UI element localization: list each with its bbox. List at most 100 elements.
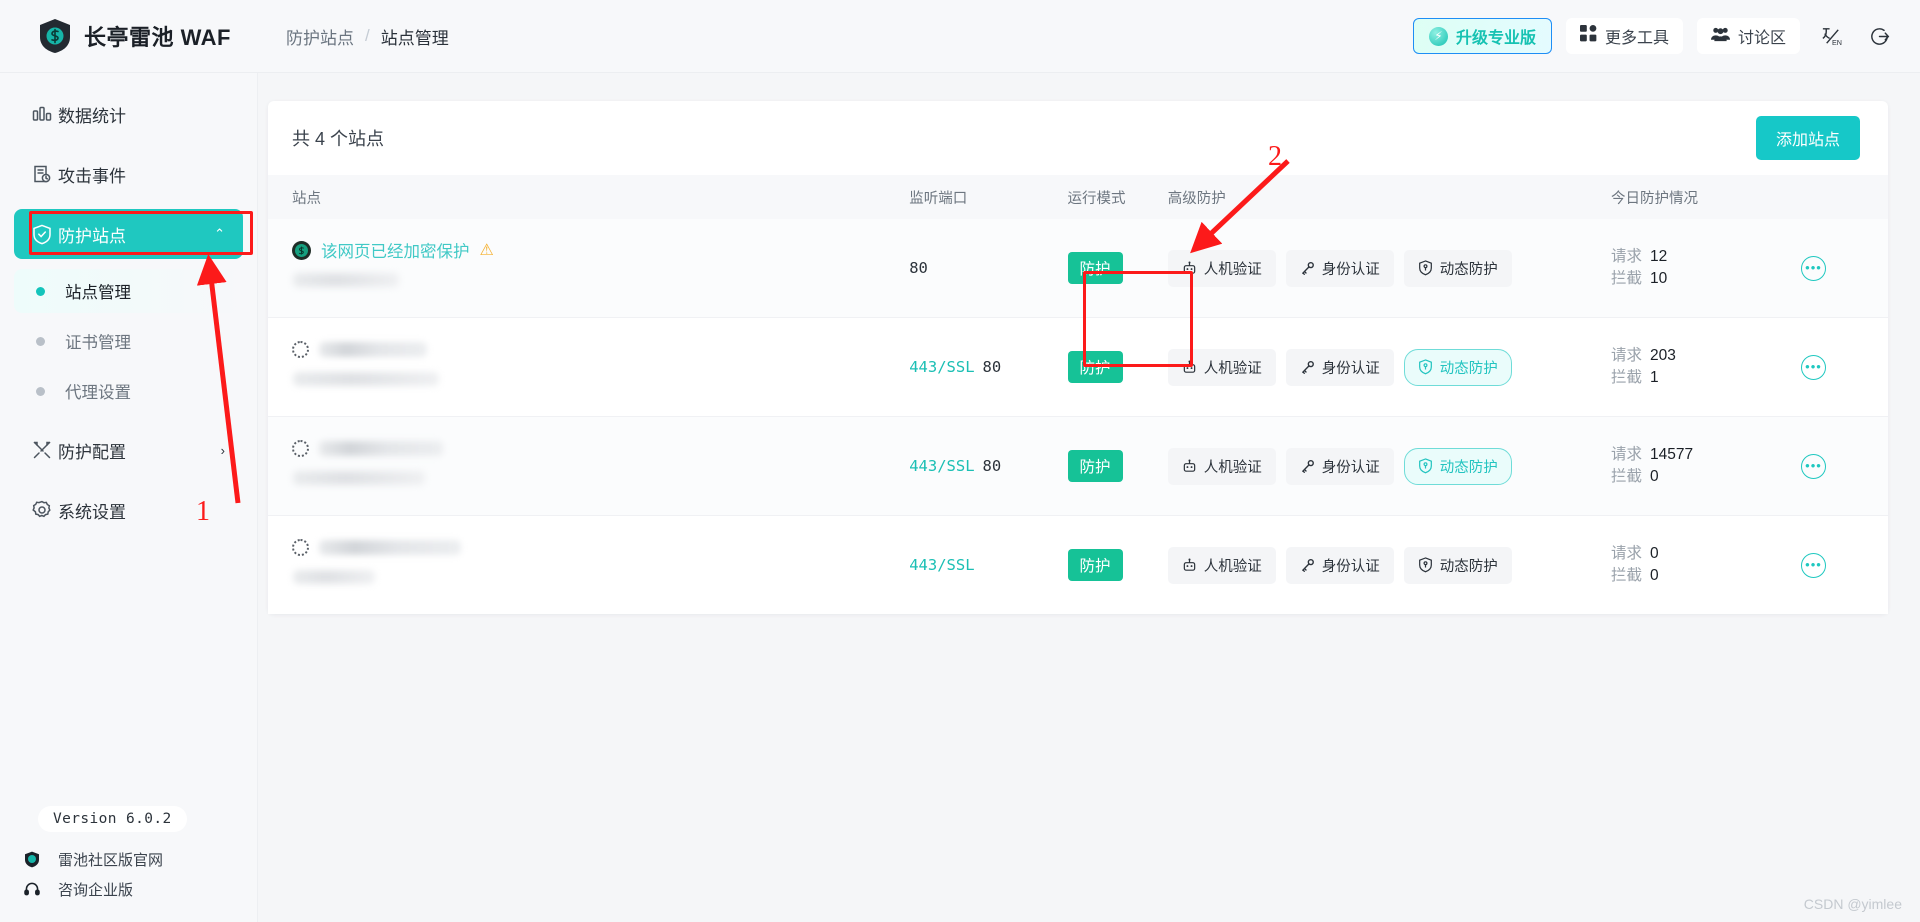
enterprise-consult-link[interactable]: 咨询企业版 — [22, 874, 258, 904]
table-row[interactable]: 该网页已经加密保护 ⚠ 80 防护 人机验证 身份认证 动态防护 请求 12 拦截 10 ••• — [268, 219, 1888, 318]
attack-log-icon — [32, 164, 58, 184]
forum-button[interactable]: 讨论区 — [1696, 18, 1800, 54]
advanced-protection-chip[interactable]: 身份认证 — [1285, 546, 1394, 584]
site-name-redacted — [319, 539, 461, 555]
logout-icon[interactable] — [1862, 19, 1896, 53]
cell-advanced-protection: 人机验证 身份认证 动态防护 — [1159, 515, 1604, 614]
card-toolbar: 共 4 个站点 添加站点 — [268, 101, 1888, 175]
sidebar-item-attack-events[interactable]: 攻击事件 — [14, 149, 243, 199]
chip-label: 动态防护 — [1439, 459, 1498, 476]
language-switch-icon[interactable]: EN — [1814, 19, 1848, 53]
sidebar-item-label: 数据统计 — [58, 106, 126, 126]
column-header-actions — [1792, 175, 1888, 219]
more-dots-icon[interactable]: ••• — [1800, 453, 1826, 479]
sidebar-item-label: 系统设置 — [58, 502, 126, 522]
more-dots-icon[interactable]: ••• — [1800, 354, 1826, 380]
community-site-link[interactable]: 雷池社区版官网 — [22, 844, 258, 874]
advanced-protection-group: 人机验证 身份认证 动态防护 — [1167, 447, 1595, 485]
svg-text:EN: EN — [1831, 39, 1841, 47]
breadcrumb-current: 站点管理 — [380, 28, 449, 48]
sidebar-item-protection-config[interactable]: 防护配置 › — [14, 425, 243, 475]
cell-mode: 防护 — [1059, 515, 1160, 614]
stat-blocked-value: 0 — [1650, 468, 1659, 485]
advanced-protection-chip[interactable]: 动态防护 — [1403, 249, 1512, 287]
port-http: 80 — [982, 456, 1002, 475]
today-stats: 请求 203 拦截 1 — [1611, 345, 1785, 389]
sidebar-item-proxy-settings[interactable]: 代理设置 — [14, 369, 243, 413]
sidebar-item-protected-sites[interactable]: 防护站点 ⌃ — [14, 209, 243, 259]
version-badge: Version 6.0.2 — [38, 806, 187, 832]
advanced-protection-chip[interactable]: 人机验证 — [1167, 546, 1276, 584]
chip-label: 人机验证 — [1203, 360, 1262, 377]
upgrade-pro-button[interactable]: ⚡ 升级专业版 — [1412, 18, 1552, 54]
advanced-protection-chip[interactable]: 人机验证 — [1167, 249, 1276, 287]
table-row[interactable]: 443/SSL 80 防护 人机验证 身份认证 动态防护 请求 203 拦截 1 ••• — [268, 317, 1888, 417]
cell-advanced-protection: 人机验证 身份认证 动态防护 — [1159, 416, 1604, 516]
cell-site — [268, 515, 902, 614]
advanced-protection-chip[interactable]: 身份认证 — [1285, 348, 1394, 386]
sidebar-item-site-management[interactable]: 站点管理 — [14, 269, 243, 313]
advanced-protection-chip[interactable]: 人机验证 — [1167, 447, 1276, 485]
breadcrumb-parent[interactable]: 防护站点 — [286, 24, 354, 49]
site-primary-line — [292, 435, 893, 461]
port-ssl: 443/SSL — [909, 456, 975, 475]
mode-badge[interactable]: 防护 — [1067, 549, 1123, 581]
stat-requests-label: 请求 — [1611, 545, 1643, 562]
stat-requests-value: 203 — [1650, 347, 1676, 364]
stat-blocked-value: 10 — [1650, 270, 1668, 287]
lightning-badge-icon: ⚡ — [1428, 26, 1448, 46]
port-http: 80 — [909, 258, 928, 277]
key-icon — [1300, 459, 1315, 474]
sidebar-item-label: 防护站点 — [58, 226, 126, 246]
stat-blocked-label: 拦截 — [1611, 468, 1643, 485]
sidebar-subitem-label: 代理设置 — [65, 384, 131, 402]
site-address-redacted — [293, 372, 439, 386]
today-stats: 请求 0 拦截 0 — [1611, 543, 1785, 587]
port-ssl: 443/SSL — [909, 357, 975, 376]
chip-label: 动态防护 — [1439, 558, 1498, 575]
mode-badge[interactable]: 防护 — [1067, 351, 1123, 383]
stat-requests-label: 请求 — [1611, 248, 1643, 265]
site-secure-label[interactable]: 该网页已经加密保护 — [321, 238, 470, 262]
table-row[interactable]: 443/SSL 防护 人机验证 身份认证 动态防护 请求 0 拦截 0 ••• — [268, 515, 1888, 614]
bar-chart-icon — [32, 104, 58, 124]
port-value: 80 — [909, 259, 928, 277]
advanced-protection-chip[interactable]: 人机验证 — [1167, 348, 1276, 386]
key-icon — [1300, 261, 1315, 276]
watermark: CSDN @yimlee — [1803, 896, 1902, 912]
more-dots-icon[interactable]: ••• — [1800, 552, 1826, 578]
stat-blocked-value: 1 — [1650, 369, 1659, 386]
stat-blocked: 拦截 1 — [1611, 367, 1785, 389]
sidebar-footer: Version 6.0.2 雷池社区版官网 咨询企业版 — [0, 806, 258, 904]
add-site-button[interactable]: 添加站点 — [1755, 116, 1860, 160]
advanced-protection-chip[interactable]: 身份认证 — [1285, 249, 1394, 287]
stat-requests-label: 请求 — [1611, 347, 1643, 364]
loading-spinner-icon — [292, 439, 309, 457]
sidebar-item-data-statistics[interactable]: 数据统计 — [14, 89, 243, 139]
shield-outline-icon — [1418, 260, 1433, 276]
breadcrumb: 防护站点 / 站点管理 — [286, 24, 449, 49]
mode-badge[interactable]: 防护 — [1067, 450, 1123, 482]
sidebar-item-label: 攻击事件 — [58, 166, 126, 186]
chevron-up-icon[interactable]: ⌃ — [214, 226, 225, 242]
more-dots-icon[interactable]: ••• — [1800, 255, 1826, 281]
mode-badge[interactable]: 防护 — [1067, 252, 1123, 284]
advanced-protection-chip[interactable]: 动态防护 — [1403, 546, 1512, 584]
table-row[interactable]: 443/SSL 80 防护 人机验证 身份认证 动态防护 请求 14577 拦截 0 ••• — [268, 416, 1888, 516]
cell-port: 443/SSL 80 — [901, 317, 1060, 417]
robot-icon — [1182, 557, 1197, 573]
advanced-protection-chip[interactable]: 动态防护 — [1403, 447, 1512, 485]
shield-outline-icon — [1418, 359, 1433, 375]
more-tools-button[interactable]: 更多工具 — [1565, 18, 1683, 54]
headset-icon — [22, 881, 42, 897]
cell-actions: ••• — [1792, 515, 1888, 614]
table-head: 站点 监听端口 运行模式 高级防护 今日防护情况 — [268, 175, 1888, 219]
advanced-protection-chip[interactable]: 身份认证 — [1285, 447, 1394, 485]
sidebar-item-certificate-management[interactable]: 证书管理 — [14, 319, 243, 363]
chevron-right-icon[interactable]: › — [221, 443, 225, 458]
chip-label: 人机验证 — [1203, 261, 1262, 278]
sidebar-item-system-settings[interactable]: 系统设置 — [14, 485, 243, 535]
advanced-protection-chip[interactable]: 动态防护 — [1403, 348, 1512, 386]
advanced-protection-group: 人机验证 身份认证 动态防护 — [1167, 348, 1595, 386]
site-info: 该网页已经加密保护 ⚠ — [292, 237, 893, 299]
